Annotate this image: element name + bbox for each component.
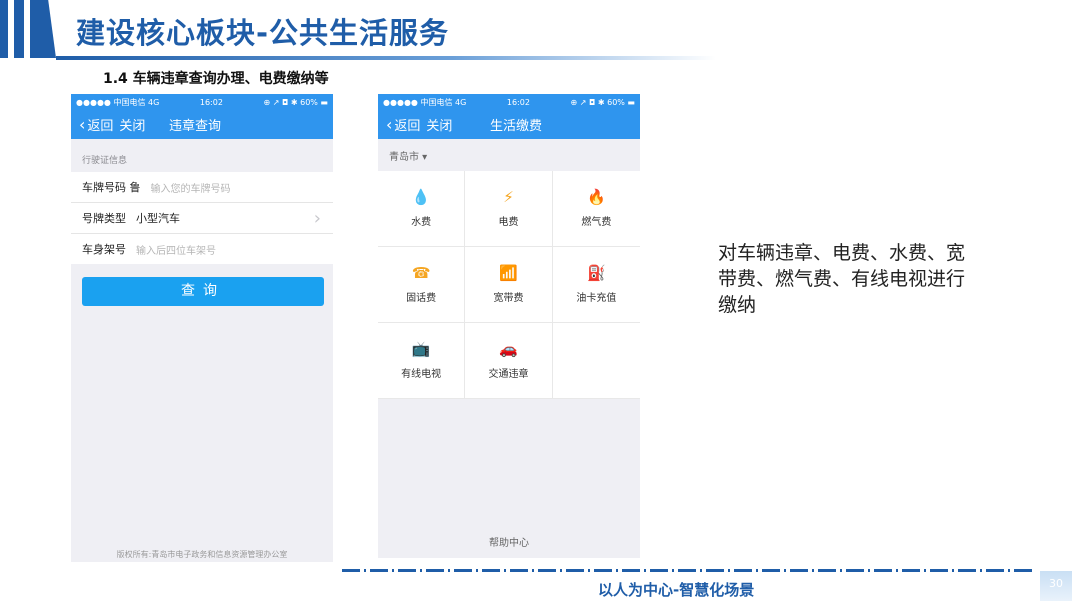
status-bar: ●●●●● 中国电信 4G 16:02 ⊕ ↗ ◘ ✱ 60% ▬ [378, 94, 640, 110]
battery-text: ⊕ ↗ ◘ ✱ 60% ▬ [263, 97, 329, 107]
wifi-icon: 📶 [499, 263, 518, 282]
frame-number-label: 车身架号 [82, 243, 126, 256]
header-bar-1 [0, 0, 8, 58]
plate-type-value[interactable]: 小型汽车 [136, 210, 180, 226]
vehicle-form: 车牌号码 鲁 输入您的车牌号码 号牌类型 小型汽车 › 车身架号 输入后四位车架… [71, 172, 333, 264]
close-button[interactable]: 关闭 [119, 115, 145, 134]
city-selector[interactable]: 青岛市 ▾ [378, 139, 640, 171]
chevron-right-icon: › [313, 208, 321, 229]
status-time: 16:02 [506, 97, 530, 107]
service-label: 有线电视 [401, 368, 442, 380]
plate-number-input[interactable]: 输入您的车牌号码 [151, 180, 231, 195]
plate-type-label: 号牌类型 [82, 212, 126, 225]
violation-query-screen: ●●●●● 中国电信 4G 16:02 ⊕ ↗ ◘ ✱ 60% ▬ ‹ 返回 关… [71, 94, 333, 562]
slide-subtitle: 1.4 车辆违章查询办理、电费缴纳等 [103, 71, 329, 87]
header-bar-3 [30, 0, 56, 58]
service-label: 油卡充值 [576, 292, 617, 304]
header-bar-2 [14, 0, 24, 58]
status-time: 16:02 [199, 97, 223, 107]
nav-bar: ‹ 返回 关闭 违章查询 [71, 110, 333, 139]
chevron-left-icon: ‹ [79, 114, 86, 134]
carrier-text: ●●●●● 中国电信 4G [76, 97, 160, 107]
battery-text: ⊕ ↗ ◘ ✱ 60% ▬ [570, 97, 636, 107]
nav-bar: ‹ 返回 关闭 生活缴费 [378, 110, 640, 139]
service-broadband[interactable]: 📶 宽带费 [465, 247, 553, 323]
car-icon: 🚗 [499, 339, 518, 358]
nav-title: 生活缴费 [490, 119, 543, 134]
service-fuel-card[interactable]: ⛽ 油卡充值 [552, 247, 640, 323]
carrier-text: ●●●●● 中国电信 4G [383, 97, 467, 107]
footer-tagline: 以人为中心-智慧化场景 [598, 581, 755, 599]
plate-number-row[interactable]: 车牌号码 鲁 输入您的车牌号码 [71, 172, 333, 203]
description-text: 对车辆违章、电费、水费、宽带费、燃气费、有线电视进行缴纳 [718, 242, 966, 316]
nav-title: 违章查询 [169, 119, 222, 134]
service-label: 水费 [411, 216, 432, 228]
flame-icon: 🔥 [586, 187, 606, 206]
back-button[interactable]: ‹ 返回 [79, 115, 113, 134]
service-label: 电费 [498, 216, 519, 228]
plate-number-label: 车牌号码 鲁 [82, 181, 141, 194]
service-gas[interactable]: 🔥 燃气费 [552, 171, 640, 247]
service-label: 燃气费 [581, 216, 612, 228]
phone-icon: ☎ [411, 263, 431, 282]
frame-number-row[interactable]: 车身架号 输入后四位车架号 [71, 234, 333, 264]
plate-type-row[interactable]: 号牌类型 小型汽车 › [71, 203, 333, 234]
help-center-link[interactable]: 帮助中心 [378, 534, 640, 549]
tv-icon: 📺 [411, 339, 431, 358]
status-bar: ●●●●● 中国电信 4G 16:02 ⊕ ↗ ◘ ✱ 60% ▬ [71, 94, 333, 110]
query-button[interactable]: 查询 [82, 277, 324, 306]
slide-title: 建设核心板块-公共生活服务 [76, 16, 450, 50]
section-label: 行驶证信息 [82, 156, 128, 166]
lightning-icon: ⚡ [503, 187, 514, 206]
service-label: 交通违章 [488, 368, 529, 380]
service-label: 宽带费 [493, 292, 524, 304]
chevron-left-icon: ‹ [386, 114, 393, 134]
service-electricity[interactable]: ⚡ 电费 [465, 171, 553, 247]
header-underline [56, 56, 716, 60]
service-landline[interactable]: ☎ 固话费 [378, 247, 466, 323]
service-water[interactable]: 💧 水费 [378, 171, 466, 247]
water-drop-icon: 💧 [411, 187, 431, 206]
service-label: 固话费 [406, 292, 437, 304]
close-button[interactable]: 关闭 [426, 115, 452, 134]
back-label: 返回 [394, 119, 421, 134]
page-number: 30 [1040, 571, 1072, 601]
service-traffic-violation[interactable]: 🚗 交通违章 [465, 323, 553, 399]
back-label: 返回 [87, 119, 114, 134]
service-cable-tv[interactable]: 📺 有线电视 [378, 323, 466, 399]
fuel-icon: ⛽ [586, 263, 606, 282]
service-grid: 💧 水费 ⚡ 电费 🔥 燃气费 ☎ 固话费 📶 宽带费 ⛽ 油卡充值 📺 有线电… [378, 171, 640, 399]
frame-number-input[interactable]: 输入后四位车架号 [136, 242, 216, 257]
copyright-text: 版权所有:青岛市电子政务和信息资源管理办公室 [116, 550, 288, 559]
empty-cell [552, 323, 640, 399]
back-button[interactable]: ‹ 返回 [386, 115, 420, 134]
life-payment-screen: ●●●●● 中国电信 4G 16:02 ⊕ ↗ ◘ ✱ 60% ▬ ‹ 返回 关… [378, 94, 640, 558]
footer-divider [342, 569, 1032, 572]
